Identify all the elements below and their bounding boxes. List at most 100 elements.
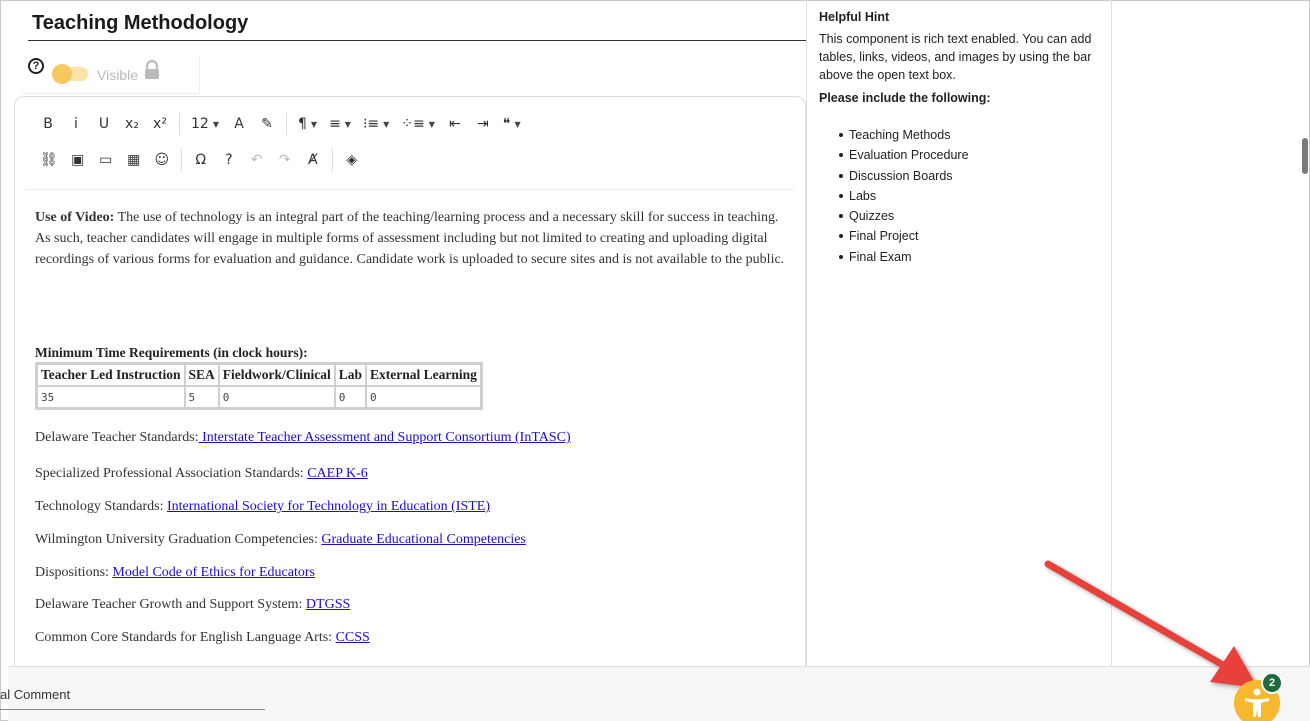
subscript-button[interactable]: x₂ [121, 112, 143, 136]
clear-format-icon-glyph: Ⱥ [307, 152, 318, 168]
special-char-icon[interactable]: Ω [190, 148, 212, 172]
table-icon[interactable]: ▦ [123, 148, 145, 172]
comment-field[interactable]: al Comment [0, 674, 265, 710]
underline-button[interactable]: U [93, 112, 115, 136]
chevron-down-icon: ▼ [514, 119, 521, 129]
image-icon-glyph: ▣ [71, 152, 85, 168]
table-icon-glyph: ▦ [127, 152, 141, 168]
table-cell[interactable]: 35 [37, 386, 185, 408]
superscript-button-glyph: x² [153, 116, 167, 132]
ordered-list-icon-glyph: ⁝≡ [362, 116, 380, 132]
outdent-icon[interactable]: ⇤ [444, 112, 466, 136]
help-icon-glyph: ? [225, 152, 233, 168]
special-char-icon-glyph: Ω [195, 152, 207, 168]
indent-icon-glyph: ⇥ [477, 116, 489, 132]
emoji-icon-glyph: ☺ [154, 152, 170, 168]
video-paragraph: Use of Video: The use of technology is a… [35, 207, 795, 270]
highlight-icon-glyph: ✎ [261, 116, 273, 132]
list-item: Labs [819, 186, 969, 206]
time-requirements-title: Minimum Time Requirements (in clock hour… [35, 345, 308, 360]
standard-line: Common Core Standards for English Langua… [35, 630, 370, 646]
link-icon[interactable]: ⛓ [37, 148, 61, 172]
standard-line: Specialized Professional Association Sta… [35, 466, 368, 482]
accessibility-badge: 2 [1261, 672, 1283, 694]
help-icon[interactable]: ? [218, 148, 240, 172]
question-icon[interactable]: ? [28, 58, 44, 74]
undo-icon[interactable]: ↶ [246, 148, 268, 172]
chevron-down-icon: ▼ [428, 119, 435, 129]
image-icon[interactable]: ▣ [67, 148, 89, 172]
table-row: 35 5 0 0 0 [37, 386, 481, 408]
align-icon[interactable]: ≡ ▼ [326, 112, 354, 136]
standard-label: Dispositions: [35, 565, 113, 580]
clear-format-icon[interactable]: Ⱥ [302, 148, 324, 172]
source-icon-glyph: ◈ [346, 152, 358, 168]
scrollbar-thumb[interactable] [1302, 138, 1308, 174]
font-size-select[interactable]: 12 ▼ [188, 112, 222, 136]
hint-title: Helpful Hint [819, 10, 890, 24]
standard-line: Wilmington University Graduation Compete… [35, 532, 526, 548]
rich-text-editor[interactable]: Bi Ux₂ x² 12 ▼ A ✎ ¶ ▼ ≡ ▼ ⁝≡ ▼ ⁘≡ ▼ ⇤ ⇥ ❝ ▼ ⛓ ▣ ▭ ▦ ☺ Ω? ↶ ↷ Ⱥ ◈ U… [14, 96, 806, 676]
unordered-list-icon-glyph: ⁘≡ [401, 116, 425, 132]
standard-label: Specialized Professional Association Sta… [35, 466, 308, 481]
ordered-list-icon[interactable]: ⁝≡ ▼ [360, 112, 392, 136]
italic-button-glyph: i [74, 116, 78, 132]
subscript-button-glyph: x₂ [125, 116, 139, 132]
standard-link[interactable]: CCSS [336, 630, 370, 645]
standard-link[interactable]: Interstate Teacher Assessment and Suppor… [199, 430, 571, 445]
toolbar-row-2: ⛓ ▣ ▭ ▦ ☺ Ω? ↶ ↷ Ⱥ ◈ [37, 147, 369, 173]
font-size-select-glyph: 12 [191, 116, 209, 132]
page-title: Teaching Methodology [32, 12, 249, 34]
table-cell[interactable]: 5 [184, 386, 219, 408]
superscript-button[interactable]: x² [149, 112, 171, 136]
visible-toggle[interactable] [52, 64, 88, 84]
standard-link[interactable]: Graduate Educational Competencies [321, 532, 525, 547]
source-icon[interactable]: ◈ [341, 148, 363, 172]
toolbar-separator [179, 113, 180, 135]
video-text: The use of technology is an integral par… [35, 210, 785, 267]
indent-icon[interactable]: ⇥ [472, 112, 494, 136]
quote-icon-glyph: ❝ [502, 116, 511, 132]
undo-icon-glyph: ↶ [250, 152, 263, 168]
underline-button-glyph: U [98, 116, 110, 132]
standard-link[interactable]: Model Code of Ethics for Educators [112, 565, 315, 580]
list-item: Evaluation Procedure [819, 145, 969, 165]
toolbar-divider [25, 189, 795, 190]
table-header-row: Teacher Led Instruction SEA Fieldwork/Clin… [37, 364, 481, 386]
text-color-icon-glyph: A [234, 116, 244, 132]
table-cell[interactable]: 0 [334, 386, 367, 408]
text-color-icon[interactable]: A [228, 112, 250, 136]
toggle-knob [52, 64, 72, 84]
standard-line: Technology Standards: International Soci… [35, 499, 490, 515]
chevron-down-icon: ▼ [310, 119, 318, 129]
unordered-list-icon[interactable]: ⁘≡ ▼ [398, 112, 438, 136]
table-header-cell: Lab [334, 364, 367, 386]
redo-icon[interactable]: ↷ [274, 148, 296, 172]
emoji-icon[interactable]: ☺ [151, 148, 173, 172]
bold-button[interactable]: B [37, 112, 59, 136]
standard-label: Delaware Teacher Growth and Support Syst… [35, 597, 306, 612]
standard-line: Delaware Teacher Standards: Interstate T… [35, 430, 571, 446]
bold-button-glyph: B [43, 116, 53, 132]
annotation-arrow-icon [1044, 560, 1258, 688]
standard-label: Common Core Standards for English Langua… [35, 630, 336, 645]
hint-text: This component is rich text enabled. You… [819, 32, 1092, 82]
video-label: Use of Video: [35, 210, 115, 225]
paragraph-format-icon-glyph: ¶ [297, 116, 307, 132]
table-header-cell: Fieldwork/Clinical [218, 364, 335, 386]
standard-link[interactable]: CAEP K-6 [307, 466, 368, 481]
lock-icon [145, 60, 159, 79]
list-item: Teaching Methods [819, 125, 969, 145]
standard-link[interactable]: International Society for Technology in … [167, 499, 490, 514]
quote-icon[interactable]: ❝ ▼ [500, 112, 524, 136]
table-cell[interactable]: 0 [366, 386, 481, 408]
editor-content[interactable]: Use of Video: The use of technology is a… [35, 207, 795, 270]
standard-link[interactable]: DTGSS [306, 597, 350, 612]
video-icon-glyph: ▭ [99, 152, 113, 168]
standard-line: Delaware Teacher Growth and Support Syst… [35, 597, 350, 613]
video-icon[interactable]: ▭ [95, 148, 117, 172]
paragraph-format-icon[interactable]: ¶ ▼ [295, 112, 320, 136]
table-cell[interactable]: 0 [218, 386, 335, 408]
highlight-icon[interactable]: ✎ [256, 112, 278, 136]
italic-button[interactable]: i [65, 112, 87, 136]
